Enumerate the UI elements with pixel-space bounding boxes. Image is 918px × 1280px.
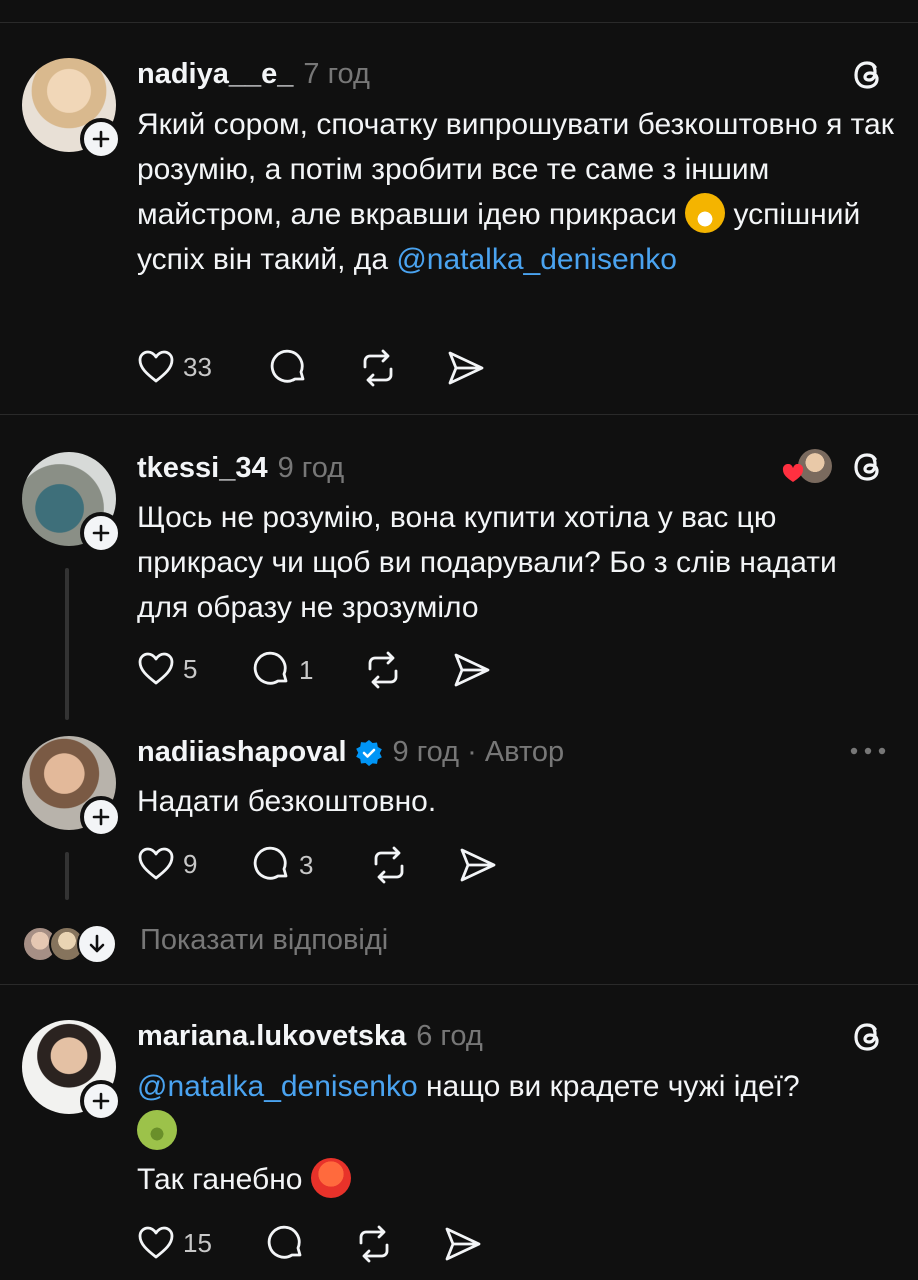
repost-button[interactable] (369, 846, 409, 884)
like-button[interactable]: 15 (137, 1225, 212, 1261)
mention-link[interactable]: @natalka_denisenko (137, 1070, 418, 1103)
arrow-down-button[interactable] (77, 924, 117, 964)
timestamp: 9 год · Автор (392, 736, 565, 768)
grinning-emoji (685, 193, 726, 234)
comment-text: Щось не розумію, вона купити хотіла у ва… (137, 501, 837, 624)
comment-button[interactable] (267, 1225, 305, 1263)
comment-text-part: Так ганебно (137, 1163, 311, 1196)
follow-plus-button[interactable] (80, 796, 122, 838)
heart-filled-icon (782, 464, 804, 482)
repost-icon (359, 1225, 389, 1263)
follow-plus-button[interactable] (80, 512, 122, 554)
mention-link[interactable]: @natalka_denisenko (396, 243, 677, 276)
verified-icon (355, 739, 382, 766)
share-button[interactable] (446, 349, 486, 387)
share-button[interactable] (458, 846, 498, 884)
comment-button[interactable]: 3 (253, 846, 313, 884)
timestamp: 9 год (277, 452, 345, 484)
username[interactable]: mariana.lukovetska 6 год (137, 1020, 483, 1053)
share-icon (445, 1227, 481, 1261)
repost-icon (368, 651, 398, 689)
angry-emoji (310, 1158, 351, 1199)
plus-icon (92, 808, 110, 826)
follow-plus-button[interactable] (80, 1080, 122, 1122)
like-button[interactable]: 33 (137, 349, 212, 385)
nauseated-emoji (137, 1110, 177, 1151)
comment-text: @natalka_denisenko нащо ви крадете чужі … (137, 1064, 897, 1154)
like-count: 9 (183, 848, 198, 879)
comment-button[interactable] (270, 349, 308, 387)
more-icon[interactable] (849, 746, 887, 756)
share-button[interactable] (443, 1225, 483, 1263)
like-button[interactable]: 9 (137, 846, 197, 882)
share-button[interactable] (452, 651, 492, 689)
comment-text: Який сором, спочатку випрошувати безкошт… (137, 102, 897, 282)
username[interactable]: nadiya__e_ 7 год (137, 58, 370, 91)
reply-count: 3 (299, 849, 314, 880)
plus-icon (92, 524, 110, 542)
thread-line (65, 568, 69, 720)
arrow-down-icon (89, 934, 105, 953)
comment-text-part: нащо ви крадете чужі ідеї? (417, 1070, 800, 1103)
username-text[interactable]: tkessi_34 (137, 452, 268, 484)
divider (0, 414, 918, 415)
share-icon (448, 351, 484, 385)
username-text[interactable]: nadiiashapoval (137, 736, 347, 769)
repost-icon (363, 349, 393, 387)
divider (0, 984, 918, 985)
show-replies-link[interactable]: Показати відповіді (140, 924, 388, 957)
username[interactable]: nadiiashapoval 9 год · Автор (137, 736, 564, 769)
username-text[interactable]: nadiya__e_ (137, 58, 293, 90)
repost-button[interactable] (363, 651, 403, 689)
comment-icon (253, 846, 288, 880)
repost-button[interactable] (354, 1225, 394, 1263)
repost-icon (374, 846, 404, 884)
comment-icon (267, 1225, 302, 1259)
threads-icon[interactable] (848, 1017, 888, 1057)
timestamp: 7 год (303, 58, 370, 90)
top-divider (0, 22, 918, 23)
thread-line (65, 852, 69, 900)
threads-icon[interactable] (848, 55, 888, 95)
reply-count: 1 (299, 654, 314, 685)
username-text[interactable]: mariana.lukovetska (137, 1020, 406, 1052)
follow-plus-button[interactable] (80, 118, 122, 160)
plus-icon (92, 1092, 110, 1110)
like-button[interactable]: 5 (137, 651, 197, 687)
comment-icon (270, 349, 305, 383)
like-count: 33 (183, 351, 212, 382)
username[interactable]: tkessi_34 9 год (137, 452, 344, 485)
comment-icon (253, 651, 288, 685)
plus-icon (92, 130, 110, 148)
share-icon (454, 653, 490, 687)
heart-icon (138, 847, 174, 880)
timestamp: 6 год (416, 1020, 483, 1052)
heart-icon (138, 652, 174, 685)
heart-icon (138, 350, 174, 383)
comment-text: Надати безкоштовно. (137, 785, 437, 818)
like-count: 15 (183, 1227, 212, 1258)
threads-icon[interactable] (848, 447, 888, 487)
like-count: 5 (183, 653, 198, 684)
heart-icon (138, 1226, 174, 1259)
comment-button[interactable]: 1 (253, 651, 313, 689)
comment-text-line2: Так ганебно (137, 1157, 897, 1202)
share-icon (460, 848, 496, 882)
repost-button[interactable] (358, 349, 398, 387)
